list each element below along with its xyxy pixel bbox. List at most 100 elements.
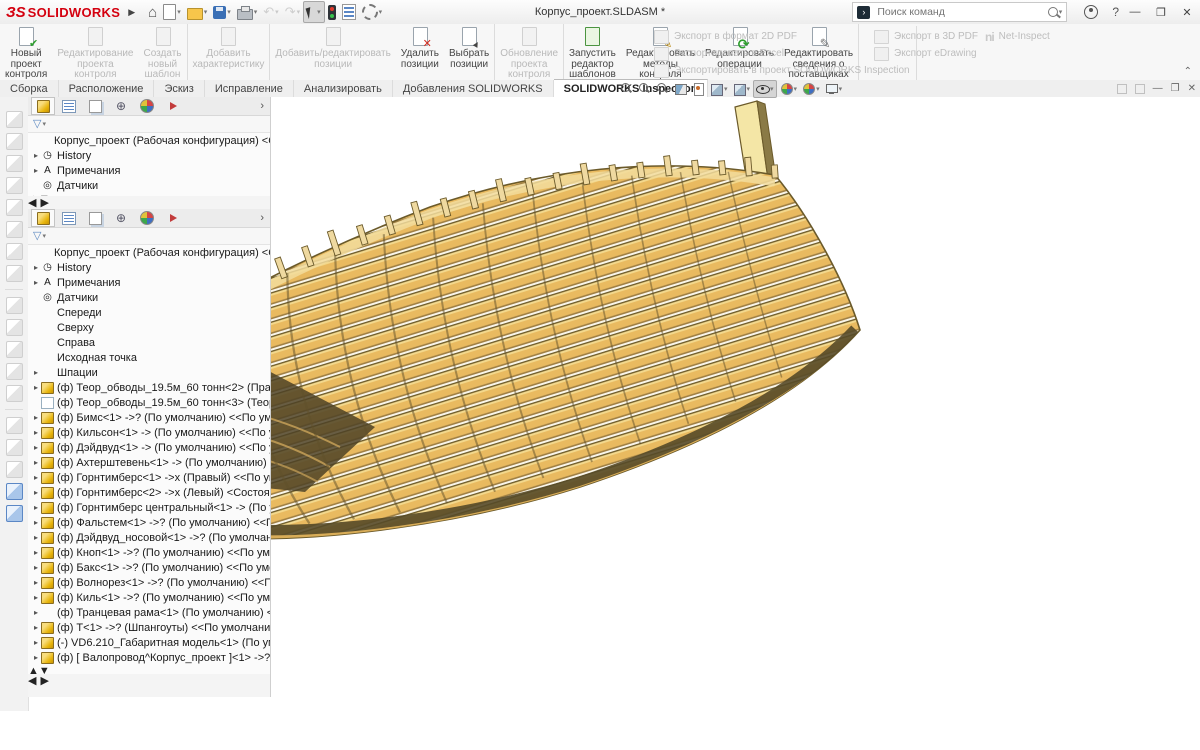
ribbon-button[interactable]: Запустить редактор шаблонов — [564, 24, 621, 80]
feature-manager-tab[interactable] — [31, 209, 55, 227]
feature-tool-icon[interactable] — [6, 505, 23, 522]
headsup-button[interactable]: ▾ — [690, 81, 707, 97]
ribbon-button[interactable]: Выбрать позиции — [444, 24, 495, 80]
headsup-button[interactable]: ▾ — [672, 81, 689, 97]
tree-item[interactable]: ◎ Датчики — [28, 178, 270, 193]
ribbon-button[interactable]: Добавить характеристику — [188, 24, 271, 80]
command-tab[interactable]: Расположение — [59, 80, 155, 97]
configuration-manager-tab[interactable] — [83, 209, 107, 227]
tree-item[interactable]: (ф) Теор_обводы_19.5м_60 тонн<3> (Теорет… — [28, 395, 270, 410]
expander-icon[interactable]: ▸ — [31, 623, 41, 632]
expander-icon[interactable]: ▸ — [31, 458, 41, 467]
feature-tool-icon[interactable] — [6, 111, 23, 128]
export-button[interactable]: Экспорт в 3D PDF — [874, 28, 978, 45]
doc-close-button[interactable]: ✕ — [1188, 83, 1196, 94]
close-button[interactable]: ✕ — [1174, 6, 1200, 19]
tree-item[interactable]: ▸ (ф) Бакс<1> ->? (По умолчанию) <<По ум… — [28, 560, 270, 575]
tree-item[interactable]: ▸ (-) VD6.210_Габаритная модель<1> (По у… — [28, 635, 270, 650]
feature-tool-icon[interactable] — [6, 319, 23, 336]
tree-item[interactable]: ▸ (ф) Волнорез<1> ->? (По умолчанию) <<П… — [28, 575, 270, 590]
command-tab[interactable]: Добавления SOLIDWORKS — [393, 80, 554, 97]
search-icon[interactable] — [1048, 7, 1058, 17]
expander-icon[interactable]: ▸ — [31, 548, 41, 557]
property-manager-tab[interactable] — [57, 209, 81, 227]
expander-icon[interactable]: ▸ — [31, 593, 41, 602]
panel-tabs-overflow[interactable]: › — [260, 212, 264, 224]
feature-tool-icon[interactable] — [6, 297, 23, 314]
tree-item[interactable]: ▸ (ф) Дэйдвуд_носовой<1> ->? (По умолчан… — [28, 530, 270, 545]
report-button[interactable] — [339, 2, 359, 22]
tree-item[interactable]: ▸ (ф) Т<1> ->? (Шпангоуты) <<По умолчани… — [28, 620, 270, 635]
feature-tool-icon[interactable] — [6, 341, 23, 358]
command-tab[interactable]: Анализировать — [294, 80, 393, 97]
expander-icon[interactable]: ▸ — [31, 473, 41, 482]
expander-icon[interactable]: ▸ — [31, 578, 41, 587]
ribbon-button[interactable]: Удалить позиции — [396, 24, 444, 80]
dimxpert-manager-tab[interactable]: ⊕ — [109, 97, 133, 115]
ribbon-button[interactable]: Обновление проекта контроля — [495, 24, 564, 80]
headsup-button[interactable]: ▾ — [778, 81, 800, 97]
expander-icon[interactable]: ▸ — [31, 368, 41, 377]
headsup-button[interactable]: ▾ — [823, 81, 845, 97]
tree-item[interactable]: Спереди — [28, 305, 270, 320]
expander-icon[interactable]: ▸ — [31, 608, 41, 617]
expander-icon[interactable]: ▸ — [31, 383, 41, 392]
headsup-button[interactable]: ▾ — [636, 81, 653, 97]
feature-tool-icon[interactable] — [6, 461, 23, 478]
panel-tabs-overflow[interactable]: › — [260, 100, 264, 112]
tree-item[interactable]: ▸ ◷ History — [28, 148, 270, 163]
open-button[interactable]: ▾ — [184, 2, 211, 22]
feature-tool-icon[interactable] — [6, 483, 23, 500]
expander-icon[interactable]: ▸ — [31, 653, 41, 662]
tree-item[interactable]: ▸ (ф) Киль<1> ->? (По умолчанию) <<По ум… — [28, 590, 270, 605]
search-input[interactable] — [875, 5, 1047, 19]
feature-tool-icon[interactable] — [6, 199, 23, 216]
tree-filter-top[interactable]: ▽▾ — [28, 116, 270, 133]
expander-icon[interactable]: ▸ — [31, 638, 41, 647]
display-manager-tab[interactable] — [135, 97, 159, 115]
print-button[interactable]: ▾ — [234, 2, 261, 22]
tree-root[interactable]: Корпус_проект (Рабочая конфигурация) <Со… — [28, 245, 270, 260]
account-button[interactable] — [1081, 2, 1101, 22]
tree-item[interactable]: Сверху — [28, 320, 270, 335]
headsup-button[interactable]: ▾ — [731, 81, 753, 97]
tree-main-hscrollbar[interactable]: ◀▶ — [28, 674, 270, 687]
options-button[interactable]: ▾ — [359, 2, 386, 22]
expander-icon[interactable]: ▸ — [31, 533, 41, 542]
new-document-button[interactable]: ▾ — [160, 2, 184, 22]
inspection-manager-tab[interactable] — [161, 97, 185, 115]
headsup-button[interactable]: ▾ — [708, 81, 730, 97]
headsup-button[interactable]: ▾ — [618, 81, 635, 97]
dimxpert-manager-tab[interactable]: ⊕ — [109, 209, 133, 227]
tree-filter-bottom[interactable]: ▽▾ — [28, 228, 270, 245]
expander-icon[interactable]: ▸ — [31, 413, 41, 422]
tree-item[interactable]: ▸ (ф) Горнтимберс центральный<1> -> (По … — [28, 500, 270, 515]
tree-main-vscrollbar[interactable]: ▲▼ — [28, 665, 270, 674]
tree-item[interactable]: ◎ Датчики — [28, 290, 270, 305]
feature-tool-icon[interactable] — [6, 417, 23, 434]
help-button[interactable]: ? — [1109, 2, 1122, 22]
headsup-button[interactable]: ▾ — [753, 80, 777, 98]
ribbon-button[interactable]: Добавить/редактировать позиции — [270, 24, 395, 80]
expander-icon[interactable]: ▸ — [31, 278, 41, 287]
tree-item[interactable]: ▸ (ф) [ Валопровод^Корпус_проект ]<1> ->… — [28, 650, 270, 665]
select-tool-button[interactable]: ▾ — [303, 1, 325, 23]
feature-tool-icon[interactable] — [6, 439, 23, 456]
feature-tool-icon[interactable] — [6, 133, 23, 150]
command-tab[interactable]: Сборка — [0, 80, 59, 97]
display-manager-tab[interactable] — [135, 209, 159, 227]
tree-item[interactable]: ▸ (ф) Фальстем<1> ->? (По умолчанию) <<П… — [28, 515, 270, 530]
feature-tool-icon[interactable] — [6, 385, 23, 402]
expander-icon[interactable]: ▸ — [31, 443, 41, 452]
expander-icon[interactable]: ▸ — [31, 488, 41, 497]
tree-top-hscrollbar[interactable]: ◀▶ — [28, 196, 270, 209]
expander-icon[interactable]: ▸ — [31, 518, 41, 527]
tree-item[interactable]: ▸ Шпации — [28, 365, 270, 380]
doc-window-icon[interactable] — [1117, 84, 1127, 94]
undo-button[interactable]: ↶▾ — [260, 2, 281, 22]
feature-tool-icon[interactable] — [6, 243, 23, 260]
command-tab[interactable]: Эскиз — [154, 80, 204, 97]
export-button[interactable]: Экспорт eDrawing — [874, 45, 978, 62]
tree-item[interactable]: ▸ (ф) Транцевая рама<1> (По умолчанию) <… — [28, 605, 270, 620]
tree-item[interactable]: ▸ (ф) Бимс<1> ->? (По умолчанию) <<По ум… — [28, 410, 270, 425]
